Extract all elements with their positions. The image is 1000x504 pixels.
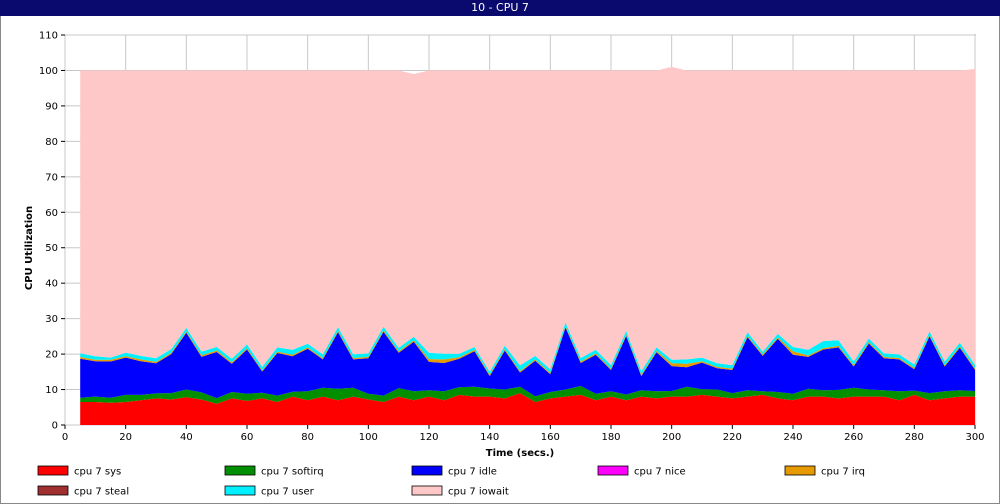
y-tick-label: 10: [45, 385, 58, 396]
legend-swatch: [224, 465, 256, 476]
legend-label: cpu 7 nice: [634, 467, 686, 478]
x-tick-label: 220: [723, 432, 742, 443]
legend-swatch: [224, 485, 256, 496]
x-tick-label: 0: [62, 432, 68, 443]
legend-swatch: [37, 465, 69, 476]
window-title: 10 - CPU 7: [471, 1, 529, 14]
y-tick-label: 30: [45, 314, 58, 325]
x-tick-label: 280: [905, 432, 924, 443]
legend-label: cpu 7 softirq: [261, 467, 324, 478]
x-tick-label: 20: [119, 432, 132, 443]
x-axis-label: Time (secs.): [486, 448, 555, 459]
legend-swatch: [411, 465, 443, 476]
x-tick-label: 260: [844, 432, 863, 443]
legend-label: cpu 7 sys: [74, 467, 121, 478]
x-tick-label: 160: [541, 432, 560, 443]
cpu-utilization-chart: 0 10 20 30 40 50 60 70 80 90 100 110 0 20 40 60 80 100 120…: [24, 31, 985, 498]
legend-label: cpu 7 iowait: [448, 487, 509, 498]
window-title-bar: 10 - CPU 7: [0, 0, 1000, 16]
x-tick-label: 240: [783, 432, 802, 443]
legend-label: cpu 7 idle: [448, 467, 497, 478]
y-tick-label: 60: [45, 208, 58, 219]
x-tick-label: 140: [480, 432, 499, 443]
x-tick-label: 60: [241, 432, 254, 443]
legend-swatch: [597, 465, 629, 476]
y-tick-label: 40: [45, 279, 58, 290]
y-axis-label: CPU Utilization: [24, 206, 35, 290]
legend-swatch: [37, 485, 69, 496]
x-tick-label: 80: [301, 432, 314, 443]
series-area-cpu-7-iowait: [80, 66, 975, 372]
x-tick-label: 200: [662, 432, 681, 443]
legend-swatch: [784, 465, 816, 476]
x-tick-label: 300: [965, 432, 984, 443]
legend-label: cpu 7 irq: [821, 467, 865, 478]
legend: cpu 7 sys cpu 7 softirq cpu 7 idle cpu 7 ni…: [37, 465, 865, 498]
y-tick-label: 110: [39, 31, 58, 42]
y-tick-label: 70: [45, 172, 58, 183]
y-tick-label: 90: [45, 101, 58, 112]
y-tick-label: 100: [39, 66, 58, 77]
x-tick-label: 100: [359, 432, 378, 443]
stacked-areas: [80, 66, 975, 425]
y-tick-label: 0: [52, 421, 58, 432]
x-tick-label: 40: [180, 432, 193, 443]
x-tick-label: 120: [419, 432, 438, 443]
y-tick-label: 50: [45, 243, 58, 254]
legend-label: cpu 7 steal: [74, 487, 129, 498]
x-tick-label: 180: [601, 432, 620, 443]
y-tick-label: 20: [45, 350, 58, 361]
legend-label: cpu 7 user: [261, 487, 315, 498]
legend-swatch: [411, 485, 443, 496]
y-tick-label: 80: [45, 137, 58, 148]
